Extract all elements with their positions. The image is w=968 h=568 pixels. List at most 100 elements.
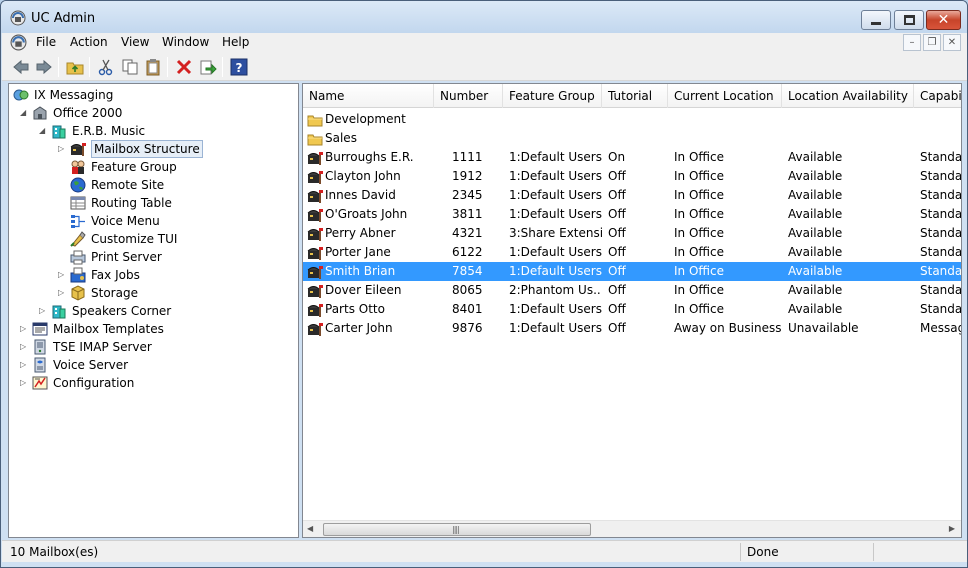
mailbox-row[interactable]: Burroughs E.R. 1111 1:Default Users On In Of… [303, 148, 961, 167]
tree-node-voice-menu[interactable]: Voice Menu [9, 212, 298, 230]
tree-node-configuration[interactable]: ▷ Configuration [9, 374, 298, 392]
tree-expander-icon[interactable]: ▷ [20, 338, 29, 356]
help-icon[interactable]: ? [230, 58, 248, 76]
configuration-icon [32, 376, 48, 390]
maximize-button[interactable] [894, 10, 924, 30]
mailbox-row[interactable]: Carter John 9876 1:Default Users Off Away on… [303, 319, 961, 338]
mailbox-row[interactable]: Perry Abner 4321 3:Share Extensi... Off In O… [303, 224, 961, 243]
tree-node-remote-site[interactable]: Remote Site [9, 176, 298, 194]
tree-node-storage[interactable]: ▷ Storage [9, 284, 298, 302]
tree-node-e-r-b-music[interactable]: ◢ E.R.B. Music [9, 122, 298, 140]
cell-tutorial: Off [608, 169, 626, 183]
cell-capability: Standar [920, 264, 962, 278]
horizontal-scrollbar[interactable]: ◀ |||| ▶ [303, 520, 961, 537]
toolbar-separator [222, 57, 223, 77]
column-header-location-availability[interactable]: Location Availability [782, 84, 914, 108]
cell-name: Porter Jane [325, 245, 391, 259]
mdi-minimize-button[interactable]: – [903, 34, 921, 51]
column-header-feature-group[interactable]: Feature Group [503, 84, 602, 108]
tree-node-ix-messaging[interactable]: IX Messaging [9, 86, 298, 104]
export-icon[interactable] [199, 58, 217, 76]
list-folder-row[interactable]: Sales [303, 129, 961, 148]
tree-node-label: IX Messaging [34, 88, 114, 102]
minimize-button[interactable] [861, 10, 891, 30]
copy-icon[interactable] [121, 58, 139, 76]
back-arrow-icon[interactable] [12, 58, 30, 76]
mailbox-row[interactable]: O'Groats John 3811 1:Default Users Off In Of… [303, 205, 961, 224]
folder-name: Sales [325, 131, 357, 145]
mailbox-row[interactable]: Dover Eileen 8065 2:Phantom Us... Off In Off… [303, 281, 961, 300]
menu-file[interactable]: File [34, 35, 58, 49]
scrollbar-thumb[interactable]: |||| [323, 523, 591, 536]
mdi-window-controls: – ❐ ✕ [901, 34, 961, 51]
tree-expander-icon[interactable]: ▷ [39, 302, 48, 320]
mailbox-row[interactable]: Smith Brian 7854 1:Default Users Off In Offi… [303, 262, 961, 281]
tree-node-voice-server[interactable]: ▷ Voice Server [9, 356, 298, 374]
tree-expander-icon[interactable]: ▷ [58, 284, 67, 302]
app-icon [10, 10, 26, 26]
cell-location: Away on Business [674, 321, 782, 335]
mdi-restore-button[interactable]: ❐ [923, 34, 941, 51]
title-bar[interactable]: UC Admin ✕ [1, 1, 967, 33]
tree-node-fax-jobs[interactable]: ▷ Fax Jobs [9, 266, 298, 284]
scroll-right-arrow-icon[interactable]: ▶ [949, 524, 955, 533]
tree-expander-icon[interactable]: ▷ [20, 356, 29, 374]
cell-number: 7854 [452, 264, 483, 278]
mailbox-row[interactable]: Parts Otto 8401 1:Default Users Off In Offic… [303, 300, 961, 319]
column-header-current-location[interactable]: Current Location [668, 84, 782, 108]
cell-name: O'Groats John [325, 207, 408, 221]
tree-node-routing-table[interactable]: Routing Table [9, 194, 298, 212]
mdi-close-button[interactable]: ✕ [943, 34, 961, 51]
menu-view[interactable]: View [119, 35, 151, 49]
forward-arrow-icon[interactable] [35, 58, 53, 76]
scroll-left-arrow-icon[interactable]: ◀ [307, 524, 313, 533]
column-header-tutorial[interactable]: Tutorial [602, 84, 668, 108]
tree-node-mailbox-structure[interactable]: ▷ Mailbox Structure [9, 140, 298, 158]
cell-feature-group: 1:Default Users [509, 169, 602, 183]
mailbox-row[interactable]: Innes David 2345 1:Default Users Off In Offi… [303, 186, 961, 205]
column-header-capability[interactable]: Capabil [914, 84, 961, 108]
column-header-name[interactable]: Name [303, 84, 434, 108]
up-folder-icon[interactable] [66, 58, 84, 76]
delete-icon[interactable] [175, 58, 193, 76]
list-folder-row[interactable]: Development [303, 110, 961, 129]
mailbox-row[interactable]: Porter Jane 6122 1:Default Users Off In Offi… [303, 243, 961, 262]
tree-node-speakers-corner[interactable]: ▷ Speakers Corner [9, 302, 298, 320]
menu-action[interactable]: Action [68, 35, 110, 49]
tree-node-office-2000[interactable]: ◢ Office 2000 [9, 104, 298, 122]
tree-expander-icon[interactable]: ▷ [58, 140, 67, 158]
cell-location: In Office [674, 226, 724, 240]
storage-icon [71, 285, 85, 301]
tree-expander-icon[interactable]: ▷ [20, 320, 29, 338]
cell-tutorial: Off [608, 321, 626, 335]
cell-name: Perry Abner [325, 226, 396, 240]
tree-expander-icon[interactable]: ▷ [58, 266, 67, 284]
minimize-icon [871, 22, 881, 25]
close-button[interactable]: ✕ [926, 10, 961, 30]
cell-feature-group: 1:Default Users [509, 150, 602, 164]
menu-window[interactable]: Window [160, 35, 211, 49]
cell-name: Burroughs E.R. [325, 150, 414, 164]
fax-icon [70, 267, 86, 283]
status-mailbox-count: 10 Mailbox(es) [4, 543, 741, 561]
tree-node-tse-imap-server[interactable]: ▷ TSE IMAP Server [9, 338, 298, 356]
status-state: Done [741, 543, 874, 561]
cut-icon[interactable] [97, 58, 115, 76]
menu-help[interactable]: Help [220, 35, 251, 49]
mmc-console-icon[interactable] [10, 34, 27, 51]
cell-name: Parts Otto [325, 302, 385, 316]
tree-expander-icon[interactable]: ◢ [20, 104, 29, 122]
tree-expander-icon[interactable]: ◢ [39, 122, 48, 140]
tree-pane[interactable]: IX Messaging ◢ Office 2000 ◢ E.R.B. Music ▷ Ma… [8, 83, 299, 538]
tree-node-mailbox-templates[interactable]: ▷ Mailbox Templates [9, 320, 298, 338]
tree-node-print-server[interactable]: Print Server [9, 248, 298, 266]
list-pane[interactable]: Name Number Feature Group Tutorial Curre… [302, 83, 962, 538]
tree-expander-icon[interactable]: ▷ [20, 374, 29, 392]
mailbox-row[interactable]: Clayton John 1912 1:Default Users Off In Off… [303, 167, 961, 186]
paste-icon[interactable] [144, 58, 162, 76]
cell-number: 4321 [452, 226, 483, 240]
column-header-number[interactable]: Number [434, 84, 503, 108]
cell-number: 8401 [452, 302, 483, 316]
tree-node-feature-group[interactable]: Feature Group [9, 158, 298, 176]
tree-node-customize-tui[interactable]: Customize TUI [9, 230, 298, 248]
